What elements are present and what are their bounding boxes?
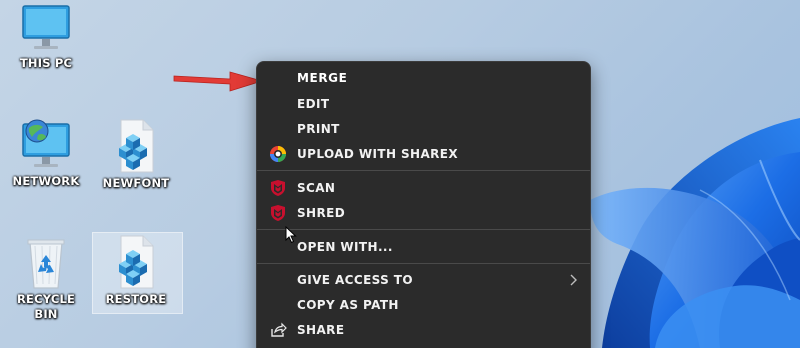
menu-item-upload-with-sharex[interactable]: UPLOAD WITH SHAREX (257, 142, 590, 166)
menu-item-give-access-to[interactable]: GIVE ACCESS TO (257, 268, 590, 292)
desktop-icon-label: RESTORE (105, 292, 167, 306)
menu-item-label: SHRED (297, 206, 346, 220)
menu-item-label: GIVE ACCESS TO (297, 273, 413, 287)
desktop-icon-newfont[interactable]: NEWFONT (96, 118, 176, 191)
desktop-icon-label: NEWFONT (102, 176, 170, 190)
desktop-icon-network[interactable]: NETWORK (6, 118, 86, 189)
desktop: THIS PC NETWORK NEWFONT RECYCLE BIN REST… (0, 0, 800, 348)
menu-item-edit[interactable]: EDIT (257, 92, 590, 116)
menu-item-label: MERGE (297, 71, 348, 85)
menu-item-print[interactable]: PRINT (257, 117, 590, 141)
menu-item-label: UPLOAD WITH SHAREX (297, 147, 459, 161)
desktop-icon-label: NETWORK (12, 174, 80, 188)
desktop-icon-label: RECYCLE BIN (16, 292, 76, 321)
share-icon (271, 322, 287, 337)
menu-item-open-with[interactable]: OPEN WITH... (257, 235, 590, 259)
menu-item-share[interactable]: SHARE (257, 318, 590, 342)
menu-separator (257, 263, 590, 264)
chevron-right-icon (570, 274, 577, 286)
context-menu: MERGE EDIT PRINT UPLOAD WITH SHAREX SCAN… (256, 61, 591, 348)
menu-separator (257, 170, 590, 171)
recycle-bin-icon (27, 239, 65, 289)
desktop-icon-this-pc[interactable]: THIS PC (6, 4, 86, 71)
desktop-icon-recycle-bin[interactable]: RECYCLE BIN (6, 234, 86, 322)
monitor-icon (22, 5, 70, 49)
menu-item-label: SCAN (297, 181, 336, 195)
menu-item-shred[interactable]: SHRED (257, 201, 590, 225)
mouse-cursor-icon (285, 226, 297, 244)
sharex-icon (270, 146, 286, 162)
menu-item-label: PRINT (297, 122, 340, 136)
registry-file-icon (119, 119, 154, 173)
mcafee-icon (271, 205, 285, 221)
menu-item-copy-as-path[interactable]: COPY AS PATH (257, 293, 590, 317)
menu-item-label: SHARE (297, 323, 345, 337)
menu-separator (257, 229, 590, 230)
menu-item-scan[interactable]: SCAN (257, 176, 590, 200)
network-globe-icon (22, 119, 70, 167)
red-arrow-annotation (173, 71, 264, 92)
menu-item-label: COPY AS PATH (297, 298, 399, 312)
menu-item-label: EDIT (297, 97, 330, 111)
menu-item-label: OPEN WITH... (297, 240, 393, 254)
desktop-icon-label: THIS PC (19, 56, 73, 70)
menu-item-merge[interactable]: MERGE (257, 66, 590, 90)
mcafee-icon (271, 180, 285, 196)
desktop-icon-restore[interactable]: RESTORE (96, 234, 176, 307)
registry-file-icon (119, 235, 154, 289)
